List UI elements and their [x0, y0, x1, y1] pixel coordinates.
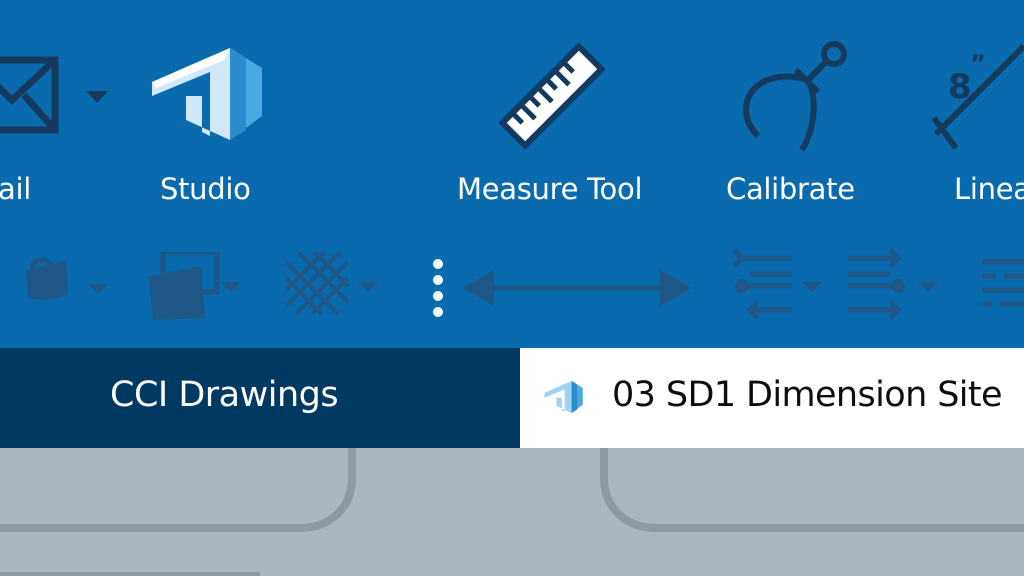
studio-tool[interactable]: Studio	[140, 0, 280, 230]
linear-dimension-icon: 8 ”	[931, 43, 1024, 150]
mug-icon[interactable]	[20, 252, 110, 302]
image-stack-icon[interactable]	[145, 252, 245, 322]
email-label: ail	[0, 172, 31, 206]
measure-tool[interactable]: Measure Tool	[440, 0, 670, 230]
measure-label: Measure Tool	[457, 172, 643, 206]
road-outline	[0, 448, 1024, 576]
calibrate-tool[interactable]: Calibrate	[710, 0, 880, 230]
tab-label: CCI Drawings	[110, 375, 339, 415]
calibrate-label: Calibrate	[726, 172, 855, 206]
svg-text:”: ”	[970, 50, 986, 78]
ribbon-toolbar: ail Studio Measure Tool Calibrate 8 ” Li…	[0, 0, 1024, 348]
chevron-down-icon[interactable]	[86, 91, 108, 105]
tab-03-sd1-dimension-site[interactable]: 03 SD1 Dimension Site	[520, 348, 1024, 448]
linear-tool[interactable]: 8 ” Linea	[930, 0, 1024, 230]
align-left-icon[interactable]	[730, 248, 822, 322]
studio-icon	[544, 381, 583, 413]
linear-label: Linea	[954, 172, 1024, 206]
svg-text:8: 8	[948, 67, 972, 107]
tab-label: 03 SD1 Dimension Site	[612, 375, 1003, 415]
drawing-canvas[interactable]	[0, 448, 1024, 576]
vertical-dots-icon[interactable]	[428, 258, 448, 318]
double-arrow-icon[interactable]	[462, 268, 692, 308]
studio-label: Studio	[160, 172, 251, 206]
document-tab-bar: CCI Drawings 03 SD1 Dimension Site	[0, 348, 1024, 448]
caliper-icon	[742, 41, 847, 152]
hatch-pattern-icon[interactable]	[286, 252, 382, 316]
studio-icon	[152, 48, 262, 140]
list-lines-icon[interactable]	[982, 258, 1024, 318]
email-tool[interactable]: ail	[0, 0, 120, 230]
envelope-icon	[0, 56, 59, 134]
tab-cci-drawings[interactable]: CCI Drawings	[0, 348, 520, 448]
align-right-icon[interactable]	[846, 248, 938, 322]
ruler-icon	[498, 42, 606, 150]
